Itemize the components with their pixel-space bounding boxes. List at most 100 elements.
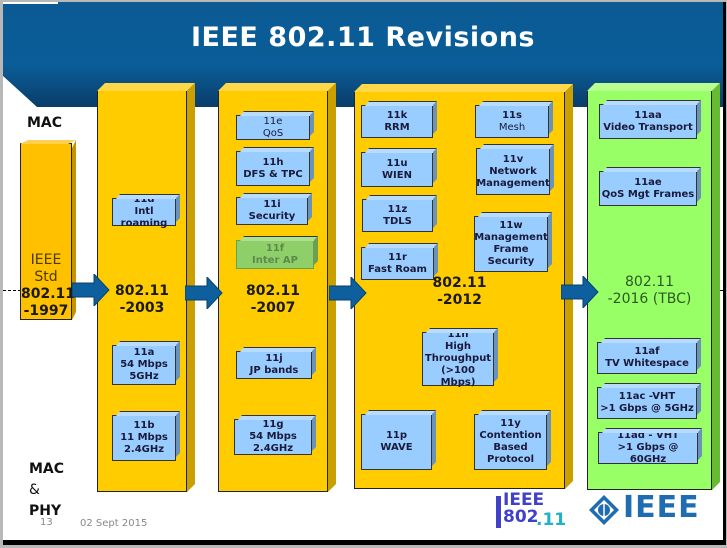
amendment-11h[interactable]: 11h DFS & TPC [236,151,310,186]
column-802-11-1997: IEEE Std 802.11 -1997 [20,143,72,320]
dashed-divider [3,290,21,291]
amendment-name: 11u [386,157,408,169]
amendment-desc: 5GHz [129,371,159,382]
amendment-desc: QoS Mgt Frames [601,188,695,200]
ieee-diamond-icon [589,495,619,525]
amendment-11j[interactable]: 11j JP bands [236,351,312,379]
amendment-desc: DFS & TPC [243,168,303,180]
amendment-11z[interactable]: 11z TDLS [362,199,433,232]
amendment-name: 11aa [634,109,662,121]
arrow-right-icon [561,276,599,308]
amendment-11f-withdrawn[interactable]: 11f Inter AP [236,240,314,269]
version-line: 802.11 [114,283,170,299]
amendment-11i[interactable]: 11i Security [236,197,308,225]
amendment-name: 11i [263,199,281,210]
amendment-11n[interactable]: 11n High Throughput (>100 Mbps) [422,329,494,388]
column-top-face [587,83,720,91]
version-label: 802.11 -2012 [355,275,564,309]
version-line: Std [34,269,58,285]
version-line: 802.11 [625,274,674,290]
amendment-11b[interactable]: 11b 11 Mbps 2.4GHz [112,415,176,461]
amendment-desc: 2.4GHz [123,444,165,455]
amendment-name: 11k [386,109,408,121]
amendment-11y[interactable]: 11y Contention Based Protocol [474,414,547,470]
ieee-logo: IEEE [589,491,704,526]
amendment-desc: Security [248,211,296,222]
amendment-desc: Inter AP [252,254,298,266]
amendment-desc: Management [474,232,548,243]
amendment-11ac[interactable]: 11ac -VHT >1 Gbps @ 5GHz [597,387,697,419]
amendment-name: 11af [634,346,660,357]
mac-phy-line-1: MAC [29,461,65,477]
version-line: 802.11 [245,283,301,299]
amendment-desc: TV Whitespace [605,358,689,369]
amendment-desc: Video Transport [603,121,693,133]
amendment-11d[interactable]: 11d Intl roaming [112,194,176,229]
arrow-right-icon [329,277,367,309]
column-side-face [712,83,720,490]
amendment-desc: 54 Mbps [249,431,297,442]
amendment-11a[interactable]: 11a 54 Mbps 5GHz [112,345,176,385]
amendment-name: 11e [263,115,283,127]
version-line: -2003 [119,300,165,316]
logo-bar [496,496,501,528]
amendment-desc: Fast Roam [368,263,427,275]
amendment-desc: 2.4GHz [252,443,294,454]
amendment-desc: WIEN [382,169,412,181]
amendment-name: 11d [133,194,155,205]
amendment-name: 11a [133,347,155,358]
amendment-11w[interactable]: 11w Management Frame Security [474,216,548,272]
amendment-11p[interactable]: 11p WAVE [361,414,432,470]
amendment-desc: Contention [479,430,542,441]
amendment-name: 11ac -VHT [618,391,676,402]
amendment-desc: Frame [493,244,529,255]
amendment-11ad[interactable]: 11ad - VHT >1 Gbps @ 60GHz [598,430,698,465]
amendment-desc: Throughput [424,353,492,364]
amendment-name: 11ae [634,176,662,188]
amendment-name: 11n [447,329,469,340]
amendment-11aa[interactable]: 11aa Video Transport [599,104,697,139]
amendment-11v[interactable]: 11v Network Management [476,148,550,195]
amendment-desc: >1 Gbps @ 5GHz [600,403,694,414]
mac-phy-line-2: & [29,482,40,498]
version-line: -2012 [437,292,482,308]
amendment-desc: Security [487,256,535,267]
logo-text-suffix: .11 [536,510,567,530]
amendment-desc: 54 Mbps [120,359,168,370]
slide: IEEE 802.11 Revisions MAC MAC & PHY 13 0… [3,2,726,545]
logo-text-bottom: 802 [503,507,539,527]
amendment-desc: Mesh [498,121,526,133]
amendment-11s[interactable]: 11s Mesh [475,105,549,138]
arrow-right-icon [185,277,223,309]
ieee-802-11-logo: IEEE 802 .11 [496,492,576,530]
amendment-desc: QoS [262,127,284,139]
amendment-desc: TDLS [383,215,412,227]
amendment-name: 11g [262,419,284,430]
version-label: 802.11 -2007 [219,283,327,317]
amendment-desc: WAVE [380,442,413,453]
amendment-11ae[interactable]: 11ae QoS Mgt Frames [599,171,697,206]
amendment-name: 11f [265,242,285,254]
amendment-11r[interactable]: 11r Fast Roam [361,247,434,280]
version-line: -2016 (TBC) [607,291,692,307]
column-top-face [20,140,76,144]
mac-phy-label: MAC & PHY [29,459,64,522]
amendment-name: 11p [385,430,408,441]
amendment-desc: (>100 Mbps) [440,365,476,388]
column-802-11-2012: 802.11 -2012 11k RRM 11u WIEN 11z TDLS 1… [354,91,565,489]
amendment-name: 11w [499,220,523,231]
amendment-11u[interactable]: 11u WIEN [361,152,433,187]
amendment-name: 11s [502,109,522,121]
amendment-desc: Network [489,165,537,177]
amendment-11g[interactable]: 11g 54 Mbps 2.4GHz [234,419,312,455]
amendment-11af[interactable]: 11af TV Whitespace [597,342,697,374]
amendment-desc: Protocol [486,454,534,465]
amendment-name: 11j [265,353,283,364]
amendment-name: 11r [388,251,407,263]
column-top-face [97,83,195,91]
amendment-11k[interactable]: 11k RRM [361,105,433,138]
amendment-name: 11z [387,203,408,215]
amendment-11e[interactable]: 11e QoS [236,115,310,140]
arrow-right-icon [72,274,110,306]
version-label: 802.11 -2016 (TBC) [588,274,711,308]
